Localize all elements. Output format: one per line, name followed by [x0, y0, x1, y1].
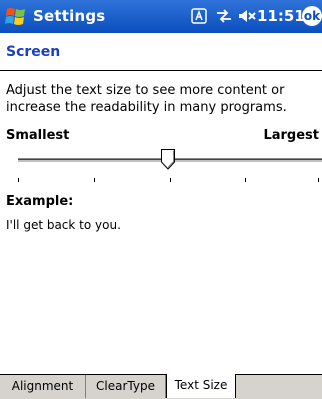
- clock[interactable]: 11:51: [257, 7, 305, 25]
- slider-tick: [170, 178, 171, 182]
- tab-cleartype[interactable]: ClearType: [86, 375, 166, 398]
- slider-tick: [94, 178, 95, 182]
- title-bar: Settings 11:51 ok: [0, 0, 322, 33]
- text-size-slider[interactable]: [0, 144, 322, 188]
- tab-bar: Alignment ClearType Text Size: [0, 374, 322, 399]
- slider-tick: [318, 178, 319, 182]
- connectivity-icon[interactable]: [215, 8, 233, 24]
- windows-start-icon[interactable]: [4, 5, 28, 29]
- page-title: Screen: [6, 44, 61, 60]
- example-text: I'll get back to you.: [6, 218, 121, 232]
- slider-max-label: Largest: [263, 128, 319, 143]
- page-header: Screen: [0, 33, 322, 71]
- tab-alignment[interactable]: Alignment: [0, 375, 86, 398]
- tab-text-size[interactable]: Text Size: [166, 374, 236, 398]
- volume-muted-icon[interactable]: [238, 8, 256, 24]
- slider-min-label: Smallest: [6, 128, 70, 143]
- slider-tick: [18, 178, 19, 182]
- slider-tick: [245, 178, 246, 182]
- input-method-icon[interactable]: [191, 8, 207, 24]
- slider-thumb[interactable]: [161, 149, 175, 170]
- example-label: Example:: [6, 194, 74, 209]
- ok-button[interactable]: ok: [302, 6, 322, 26]
- app-title: Settings: [33, 7, 106, 25]
- description-text: Adjust the text size to see more content…: [6, 83, 287, 115]
